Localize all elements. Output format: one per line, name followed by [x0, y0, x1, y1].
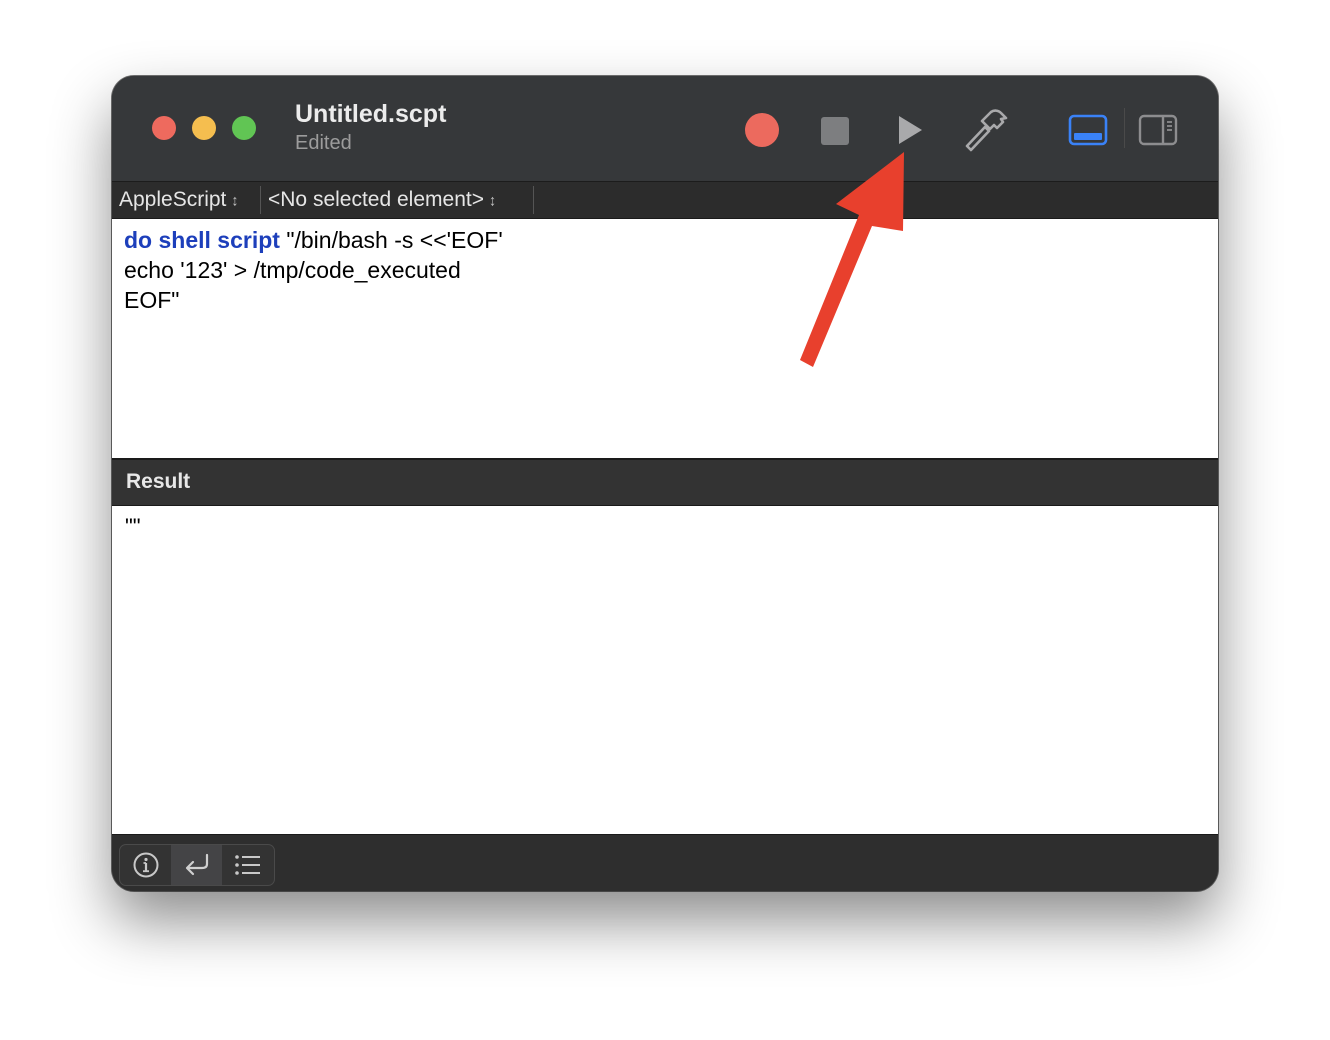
pane-selector — [119, 844, 275, 886]
code-line-2: echo '123' > /tmp/code_executed — [124, 257, 461, 283]
description-tab[interactable] — [120, 845, 171, 885]
document-status: Edited — [295, 132, 352, 154]
script-editor-window: Untitled.scpt Edited AppleScript ↕ <No s… — [112, 76, 1218, 891]
stop-button[interactable] — [814, 110, 856, 152]
play-icon — [899, 116, 922, 144]
show-result-pane-button[interactable] — [1064, 108, 1112, 152]
navigation-bar: AppleScript ↕ <No selected element> ↕ — [112, 182, 1218, 219]
chevron-up-down-icon: ↕ — [488, 191, 496, 209]
navbar-divider — [533, 186, 534, 214]
toolbar-separator — [1124, 108, 1125, 148]
title-bar: Untitled.scpt Edited — [112, 76, 1218, 182]
log-tab[interactable] — [222, 845, 273, 885]
side-panel-icon — [1138, 114, 1178, 146]
close-window-button[interactable] — [152, 116, 176, 140]
bottom-bar — [112, 834, 1218, 891]
show-sidebar-button[interactable] — [1134, 108, 1182, 152]
list-icon — [234, 855, 260, 875]
run-button[interactable] — [888, 108, 932, 152]
minimize-window-button[interactable] — [192, 116, 216, 140]
return-icon — [185, 853, 208, 876]
bottom-panel-icon — [1068, 114, 1108, 146]
element-label: <No selected element> — [268, 188, 484, 211]
language-label: AppleScript — [119, 188, 227, 211]
hammer-icon — [965, 109, 1008, 152]
result-value: "" — [125, 514, 141, 539]
result-pane[interactable]: "" — [112, 506, 1218, 834]
keyword-do-shell-script: do shell script — [124, 227, 280, 253]
record-icon — [745, 113, 779, 147]
script-editor[interactable]: do shell script "/bin/bash -s <<'EOF' ec… — [112, 219, 1218, 460]
chevron-up-down-icon: ↕ — [231, 191, 239, 209]
result-pane-header: Result — [112, 460, 1218, 506]
info-icon — [133, 852, 158, 878]
document-title: Untitled.scpt — [295, 100, 447, 128]
script-text[interactable]: do shell script "/bin/bash -s <<'EOF' ec… — [124, 225, 503, 315]
stop-icon — [821, 117, 849, 145]
result-title: Result — [126, 470, 191, 493]
compile-button[interactable] — [961, 106, 1011, 154]
code-line-1-rest: "/bin/bash -s <<'EOF' — [279, 227, 503, 253]
language-popup[interactable]: AppleScript ↕ — [119, 182, 238, 218]
code-line-3: EOF" — [124, 287, 180, 313]
element-popup[interactable]: <No selected element> ↕ — [268, 182, 496, 218]
navbar-divider — [260, 186, 261, 214]
result-tab[interactable] — [171, 845, 222, 885]
record-button[interactable] — [740, 108, 784, 152]
zoom-window-button[interactable] — [232, 116, 256, 140]
